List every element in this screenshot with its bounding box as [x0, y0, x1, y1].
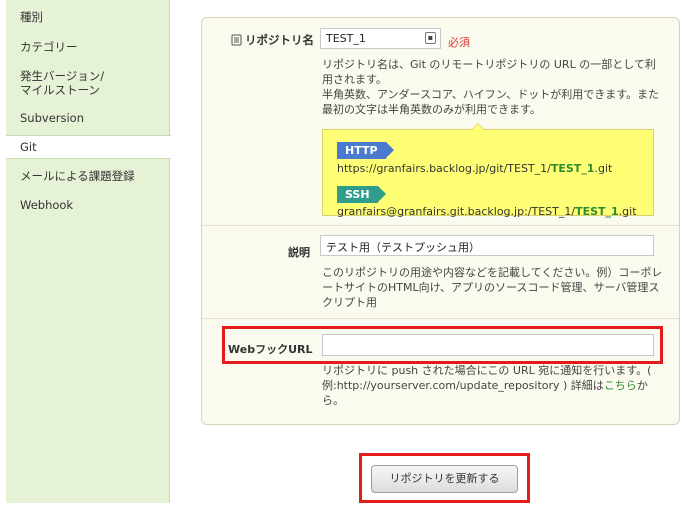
url-prefix: https://granfairs.backlog.jp/git/TEST_1/	[337, 162, 551, 175]
url-repo-name: TEST_1	[550, 162, 595, 175]
description-input[interactable]: テスト用（テストプッシュ用）	[320, 235, 654, 256]
help-line: リポジトリに push された場合にこの URL 宛に通知を行います。(	[322, 364, 652, 377]
help-line: ートサイトのHTML向け、アプリのソースコード管理、サーバ管理ス	[322, 281, 660, 294]
repository-icon	[231, 34, 242, 46]
update-repository-button[interactable]: リポジトリを更新する	[371, 465, 518, 493]
http-clone-url[interactable]: https://granfairs.backlog.jp/git/TEST_1/…	[337, 162, 612, 175]
sidebar-item-git[interactable]: Git	[6, 135, 171, 159]
help-line: 用されます。	[322, 73, 387, 86]
section-divider	[202, 318, 679, 319]
settings-sidebar: 種別 カテゴリー 発生バージョン/ マイルストーン Subversion Git…	[6, 0, 171, 503]
sidebar-item-categories[interactable]: カテゴリー	[6, 40, 170, 54]
sidebar-item-label: 発生バージョン/	[20, 69, 105, 83]
help-line: 最初の文字は半角英数のみが利用できます。	[322, 103, 541, 116]
clone-url-box: HTTP https://granfairs.backlog.jp/git/TE…	[322, 123, 654, 218]
sidebar-item-issue-types[interactable]: 種別	[6, 10, 170, 24]
sidebar-item-subversion[interactable]: Subversion	[6, 111, 170, 125]
description-label: 説明	[288, 246, 310, 259]
help-line: クリプト用	[322, 296, 377, 309]
repo-name-label: リポジトリ名	[231, 32, 314, 48]
help-text: か	[636, 379, 648, 392]
sidebar-item-webhook[interactable]: Webhook	[6, 198, 170, 212]
help-line: リポジトリ名は、Git のリモートリポジトリの URL の一部として利	[322, 58, 656, 71]
ssh-clone-url[interactable]: granfairs@granfairs.git.backlog.jp:/TEST…	[337, 205, 637, 218]
sidebar-item-label: マイルストーン	[20, 83, 100, 97]
repo-name-input[interactable]: TEST_1 ▪	[320, 28, 441, 49]
required-badge: 必須	[448, 36, 470, 49]
sidebar-item-versions[interactable]: 発生バージョン/ マイルストーン	[6, 69, 170, 97]
ssh-tag: SSH	[337, 186, 386, 203]
repo-name-value: TEST_1	[326, 32, 366, 45]
help-text: 例:http://yourserver.com/update_repositor…	[322, 379, 604, 392]
autofill-icon[interactable]: ▪	[425, 32, 436, 44]
url-repo-name: TEST_1	[575, 205, 619, 218]
description-value: テスト用（テストプッシュ用）	[326, 241, 480, 254]
webhook-help: リポジトリに push された場合にこの URL 宛に通知を行います。( 例:h…	[322, 363, 651, 408]
section-divider	[202, 225, 679, 226]
description-help: このリポジトリの用途や内容などを記載してください。例）コーポレ ートサイトのHT…	[322, 265, 662, 310]
http-tag: HTTP	[337, 142, 393, 159]
help-line: このリポジトリの用途や内容などを記載してください。例）コーポレ	[322, 266, 663, 279]
url-suffix: .git	[594, 162, 613, 175]
help-line: 半角英数、アンダースコア、ハイフン、ドットが利用できます。また	[322, 88, 660, 101]
help-line: 例:http://yourserver.com/update_repositor…	[322, 378, 651, 393]
url-box-pointer	[471, 123, 485, 130]
repo-name-label-text: リポジトリ名	[245, 33, 314, 47]
sidebar-item-email-issue[interactable]: メールによる課題登録	[6, 169, 170, 183]
webhook-details-link[interactable]: こちら	[604, 379, 637, 392]
url-prefix: granfairs@granfairs.git.backlog.jp:/TEST…	[337, 205, 576, 218]
url-suffix: .git	[618, 205, 637, 218]
webhook-row-highlight	[222, 326, 663, 364]
repo-name-help: リポジトリ名は、Git のリモートリポジトリの URL の一部として利 用されま…	[322, 57, 659, 117]
help-line: ら。	[322, 394, 344, 407]
